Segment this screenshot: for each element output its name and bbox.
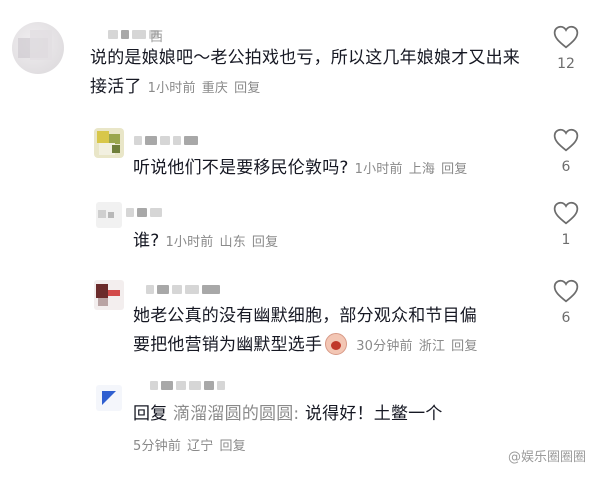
location: 浙江 [418, 339, 446, 354]
timestamp: 1小时前 [354, 162, 403, 177]
username[interactable] [126, 205, 162, 219]
comment-text: 她老公真的没有幽默细胞，部分观众和节目偏 要把他营销为幽默型选手 30分钟前 浙江回… [133, 302, 553, 361]
timestamp: 30分钟前 [356, 339, 413, 354]
heart-icon [553, 279, 579, 303]
avatar[interactable] [96, 385, 122, 411]
like-count: 6 [561, 310, 571, 326]
avatar-image-icon [96, 284, 120, 306]
location: 上海 [408, 162, 436, 177]
comment-meta-row: 5分钟前 辽宁 回复 [127, 434, 252, 458]
reply-button[interactable]: 回复 [441, 162, 467, 177]
timestamp: 5分钟前 [133, 439, 182, 454]
username-tail: 西 [150, 30, 164, 45]
watermark: @娱乐圈圈圈 [507, 450, 586, 465]
heart-icon [553, 201, 579, 225]
avatar[interactable] [94, 280, 124, 310]
comment-meta: 5分钟前 辽宁 回复 [133, 439, 252, 454]
avatar-image-icon [18, 30, 52, 60]
timestamp: 1小时前 [165, 235, 214, 250]
like-button[interactable]: 12 [546, 25, 586, 72]
username[interactable] [150, 378, 225, 392]
avatar-image-icon [102, 391, 116, 405]
like-count: 1 [561, 232, 571, 248]
avatar-image-icon [98, 210, 114, 218]
reply-button[interactable]: 回复 [234, 81, 260, 96]
comment-meta: 1小时前 山东 回复 [165, 235, 284, 250]
location: 山东 [219, 235, 246, 250]
comment-meta: 30分钟前 浙江 回复 [356, 339, 483, 354]
like-count: 6 [561, 159, 571, 175]
location: 辽宁 [187, 439, 214, 454]
like-button[interactable]: 6 [546, 279, 586, 326]
reply-button[interactable]: 回复 [252, 235, 278, 250]
username[interactable] [146, 282, 220, 296]
heart-icon [553, 25, 579, 49]
comment-meta: 1小时前 上海 回复 [355, 162, 474, 177]
like-count: 12 [557, 56, 575, 72]
comment-meta: 1小时前 重庆 回复 [148, 81, 267, 96]
avatar-image-icon [97, 131, 120, 155]
reply-button[interactable]: 回复 [219, 439, 245, 454]
comment-text: 谁? 1小时前 山东 回复 [133, 227, 553, 257]
like-button[interactable]: 1 [546, 201, 586, 248]
crying-face-emoji-icon [325, 333, 348, 355]
location: 重庆 [201, 81, 229, 96]
avatar[interactable] [94, 128, 124, 158]
avatar[interactable] [96, 202, 122, 228]
reply-button[interactable]: 回复 [451, 339, 477, 354]
comment-text: 听说他们不是要移民伦敦吗? 1小时前 上海 回复 [133, 154, 553, 184]
username[interactable] [134, 133, 198, 147]
timestamp: 1小时前 [147, 81, 196, 96]
comment-text: 回复 滴溜溜圆的圆圆: 说得好！土鳖一个 [133, 404, 443, 424]
like-button[interactable]: 6 [546, 128, 586, 175]
avatar[interactable] [12, 22, 64, 74]
reply-to-username[interactable]: 滴溜溜圆的圆圆: [173, 404, 299, 424]
comment-text: 说的是娘娘吧～老公拍戏也亏，所以这几年娘娘才又出来接活了 1小时前 重庆 回复 [90, 48, 520, 97]
heart-icon [553, 128, 579, 152]
